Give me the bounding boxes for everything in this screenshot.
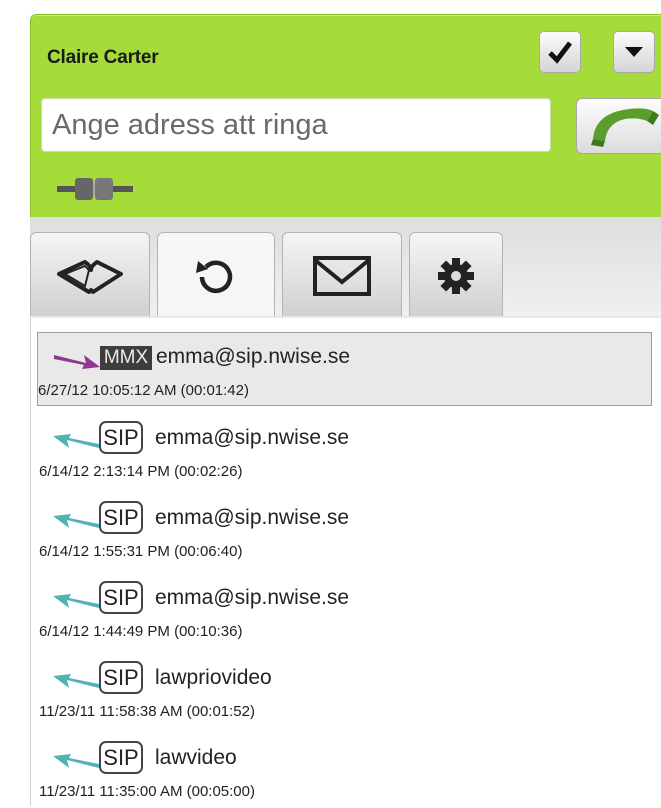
history-row[interactable]: SIP lawpriovideo 11/23/11 11:58:38 AM (0… <box>37 654 652 728</box>
incoming-call-arrow-icon <box>53 674 99 688</box>
mmx-badge: MMX <box>100 346 152 370</box>
incoming-call-arrow-icon <box>53 594 99 608</box>
sip-badge: SIP <box>99 661 143 694</box>
plug-icon <box>57 178 133 200</box>
history-timestamp: 6/27/12 10:05:12 AM (00:01:42) <box>38 382 249 399</box>
menu-dropdown-button[interactable] <box>613 31 655 73</box>
open-book-icon <box>57 260 123 294</box>
history-row[interactable]: SIP lawvideo 11/23/11 11:35:00 AM (00:05… <box>37 734 652 808</box>
history-address: lawpriovideo <box>155 666 272 689</box>
history-row[interactable]: MMX emma@sip.nwise.se 6/27/12 10:05:12 A… <box>37 332 652 406</box>
phone-handset-icon <box>591 108 659 147</box>
triangle-down-icon <box>625 47 643 57</box>
history-address: lawvideo <box>155 746 237 769</box>
tab-messages[interactable] <box>282 232 402 319</box>
tab-strip <box>30 217 661 320</box>
incoming-call-arrow-icon <box>53 434 99 448</box>
incoming-call-arrow-icon <box>53 514 99 528</box>
user-name: Claire Carter <box>47 47 159 68</box>
call-history-list[interactable]: MMX emma@sip.nwise.se 6/27/12 10:05:12 A… <box>30 318 661 806</box>
address-input[interactable] <box>41 98 551 152</box>
tab-contacts[interactable] <box>30 232 150 319</box>
sip-badge: SIP <box>99 501 143 534</box>
history-timestamp: 6/14/12 1:55:31 PM (00:06:40) <box>39 543 243 560</box>
envelope-icon <box>313 256 371 296</box>
history-address: emma@sip.nwise.se <box>155 426 350 449</box>
gear-icon <box>438 258 474 294</box>
history-timestamp: 6/14/12 1:44:49 PM (00:10:36) <box>39 623 243 640</box>
checkmark-icon <box>548 41 572 64</box>
outgoing-call-arrow-icon <box>54 355 100 369</box>
refresh-icon <box>196 260 233 293</box>
history-timestamp: 6/14/12 2:13:14 PM (00:02:26) <box>39 463 243 480</box>
history-row[interactable]: SIP emma@sip.nwise.se 6/14/12 2:13:14 PM… <box>37 414 652 488</box>
history-address: emma@sip.nwise.se <box>156 345 351 368</box>
sip-badge: SIP <box>99 581 143 614</box>
tab-settings[interactable] <box>409 232 503 319</box>
history-timestamp: 11/23/11 11:35:00 AM (00:05:00) <box>39 783 255 800</box>
account-header: Claire Carter <box>30 14 661 219</box>
sip-badge: SIP <box>99 741 143 774</box>
sip-badge: SIP <box>99 421 143 454</box>
confirm-button[interactable] <box>539 31 581 73</box>
history-row[interactable]: SIP emma@sip.nwise.se 6/14/12 1:55:31 PM… <box>37 494 652 568</box>
call-button[interactable] <box>576 98 661 154</box>
tab-history[interactable] <box>157 232 275 320</box>
history-row[interactable]: SIP emma@sip.nwise.se 6/14/12 1:44:49 PM… <box>37 574 652 648</box>
history-address: emma@sip.nwise.se <box>155 586 350 609</box>
history-address: emma@sip.nwise.se <box>155 506 350 529</box>
incoming-call-arrow-icon <box>53 754 99 768</box>
history-timestamp: 11/23/11 11:58:38 AM (00:01:52) <box>39 703 255 720</box>
